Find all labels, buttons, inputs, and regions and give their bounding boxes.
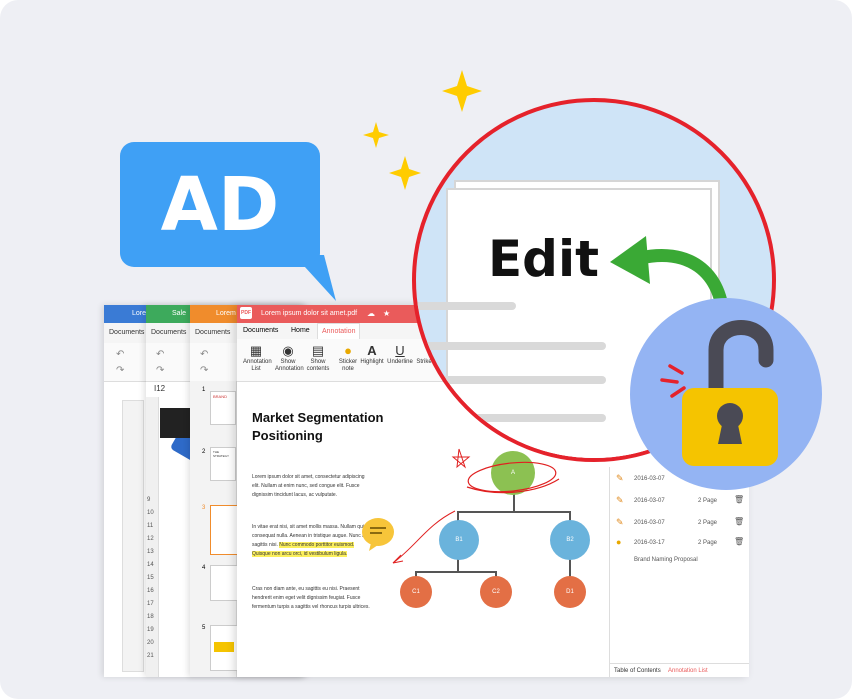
trash-icon[interactable]: 🗑 — [734, 517, 744, 526]
sparkle-icon — [389, 156, 421, 190]
chart-node-d1[interactable]: D1 — [554, 576, 586, 608]
annotation-list-icon: ▦ — [249, 343, 263, 358]
eye-icon: ◉ — [282, 343, 294, 358]
redo-icon[interactable]: ↷ — [156, 365, 164, 376]
sticker-note-icon: ● — [616, 537, 622, 547]
annotation-row[interactable]: ✎ 2016-03-07 2 Page 🗑 — [610, 515, 748, 535]
ad-speech-bubble: AD — [120, 142, 320, 267]
trash-icon[interactable]: 🗑 — [734, 495, 744, 504]
slide-number: 2 — [202, 449, 206, 455]
sparkle-icon — [363, 122, 389, 148]
star-icon[interactable]: ★ — [383, 305, 390, 323]
paragraph: In vitae erat nisi, sit amet mollis mass… — [252, 524, 367, 557]
sticker-note-icon: ● — [344, 343, 352, 358]
edit-label: Edit — [488, 230, 599, 288]
undo-icon[interactable]: ↶ — [156, 349, 164, 360]
pencil-icon: ✎ — [616, 495, 624, 505]
slide-number: 4 — [202, 565, 206, 571]
pencil-icon: ✎ — [616, 473, 624, 483]
highlight-button[interactable]: A Highlight — [359, 343, 385, 366]
annotation-list-button[interactable]: ▦ Annotation List — [243, 343, 272, 373]
annotation-page: 2 Page — [698, 498, 718, 504]
underline-icon: U — [395, 343, 405, 358]
pencil-icon: ✎ — [616, 517, 624, 527]
row-number[interactable]: 10 — [147, 510, 154, 516]
pdf-tab-title[interactable]: Lorem ipsum dolor sit amet.pdf — [261, 305, 357, 323]
underline-button[interactable]: U Underline — [387, 343, 413, 366]
row-number[interactable]: 16 — [147, 588, 154, 594]
row-number[interactable]: 15 — [147, 575, 154, 581]
menu-home[interactable]: Home — [291, 323, 310, 339]
slide-label: BRAND — [213, 394, 228, 399]
annotation-panel: ✎ 2016-03-07 ✎ 2016-03-07 2 Page 🗑 ✎ 2016-03-… — [609, 467, 749, 677]
panel-tabs: Table of Contents Annotation List — [610, 663, 749, 677]
row-header-column: 9 10 11 12 13 14 15 16 17 18 19 20 21 — [146, 397, 159, 677]
annotation-page: 2 Page — [698, 540, 718, 546]
slide-thumbnails: 1 BRAND 2 THE STRATEGY 3 4 5 — [190, 381, 238, 677]
row-number[interactable]: 13 — [147, 549, 154, 555]
window-title: Lorem — [216, 310, 236, 317]
sparkle-icon — [442, 70, 482, 112]
annotation-date: 2016-03-07 — [634, 520, 665, 526]
slide-number: 1 — [202, 387, 206, 393]
slide-thumbnail[interactable] — [210, 625, 238, 671]
chart-node-c2[interactable]: C2 — [480, 576, 512, 608]
undo-icon[interactable]: ↶ — [116, 349, 124, 360]
unlocked-padlock-icon — [660, 320, 778, 466]
slide-thumbnail-selected[interactable] — [210, 505, 238, 555]
row-number[interactable]: 19 — [147, 627, 154, 633]
row-number[interactable]: 9 — [147, 497, 150, 503]
sticker-note-icon[interactable] — [361, 517, 395, 553]
unlock-badge — [630, 298, 822, 490]
slide-thumbnail[interactable]: BRAND — [210, 391, 236, 425]
annotation-note: Brand Naming Proposal — [634, 557, 698, 563]
menu-annotation[interactable]: Annotation — [317, 323, 361, 340]
pdf-file-icon: PDF — [240, 307, 252, 319]
slide-thumbnail[interactable]: THE STRATEGY — [210, 447, 236, 481]
annotation-row[interactable]: ● 2016-03-17 2 Page 🗑 — [610, 535, 748, 555]
document-title: Market Segmentation Positioning — [252, 410, 384, 443]
menu-documents[interactable]: Documents — [243, 323, 278, 339]
promo-card: AD Lorem Documents ↶ ↷ Sale Documents ↶ … — [0, 0, 852, 699]
annotation-row[interactable]: ✎ 2016-03-07 2 Page 🗑 — [610, 493, 748, 513]
paragraph: Lorem ipsum dolor sit amet, consectetur … — [252, 474, 365, 498]
paragraph: Cras non diam ante, eu sagittis eu nisi.… — [252, 586, 370, 610]
contents-icon: ▤ — [311, 343, 325, 358]
ad-bubble-text: AD — [160, 162, 280, 248]
annotation-page: 2 Page — [698, 520, 718, 526]
cloud-icon[interactable]: ☁ — [367, 305, 375, 323]
row-number[interactable]: 14 — [147, 562, 154, 568]
undo-icon[interactable]: ↶ — [200, 349, 208, 360]
slide-number: 5 — [202, 625, 206, 631]
window-title: Sale — [172, 310, 187, 317]
row-number[interactable]: 12 — [147, 536, 154, 542]
trash-icon[interactable]: 🗑 — [734, 537, 744, 546]
sticker-note-button[interactable]: ● Sticker note — [335, 343, 361, 373]
chart-node-c1[interactable]: C1 — [400, 576, 432, 608]
row-number[interactable]: 18 — [147, 614, 154, 620]
redo-icon[interactable]: ↷ — [200, 365, 208, 376]
row-number[interactable]: 21 — [147, 653, 154, 659]
ad-bubble-tail-icon — [294, 255, 336, 301]
annotation-date: 2016-03-07 — [634, 498, 665, 504]
row-number[interactable]: 20 — [147, 640, 154, 646]
slide-thumbnail[interactable] — [210, 565, 238, 601]
tab-annotation-list[interactable]: Annotation List — [668, 664, 708, 677]
slide-number: 3 — [202, 505, 206, 511]
show-contents-button[interactable]: ▤ Show contents — [305, 343, 331, 373]
row-number[interactable]: 11 — [147, 523, 153, 529]
cell-reference[interactable]: I12 — [154, 384, 165, 393]
highlight-icon: A — [367, 343, 377, 358]
row-number[interactable]: 17 — [147, 601, 154, 607]
annotation-date: 2016-03-17 — [634, 540, 665, 546]
tab-table-of-contents[interactable]: Table of Contents — [614, 664, 661, 677]
slide-label: THE STRATEGY — [213, 450, 229, 458]
show-annotation-button[interactable]: ◉ Show Annotation — [275, 343, 304, 373]
redo-icon[interactable]: ↷ — [116, 365, 124, 376]
